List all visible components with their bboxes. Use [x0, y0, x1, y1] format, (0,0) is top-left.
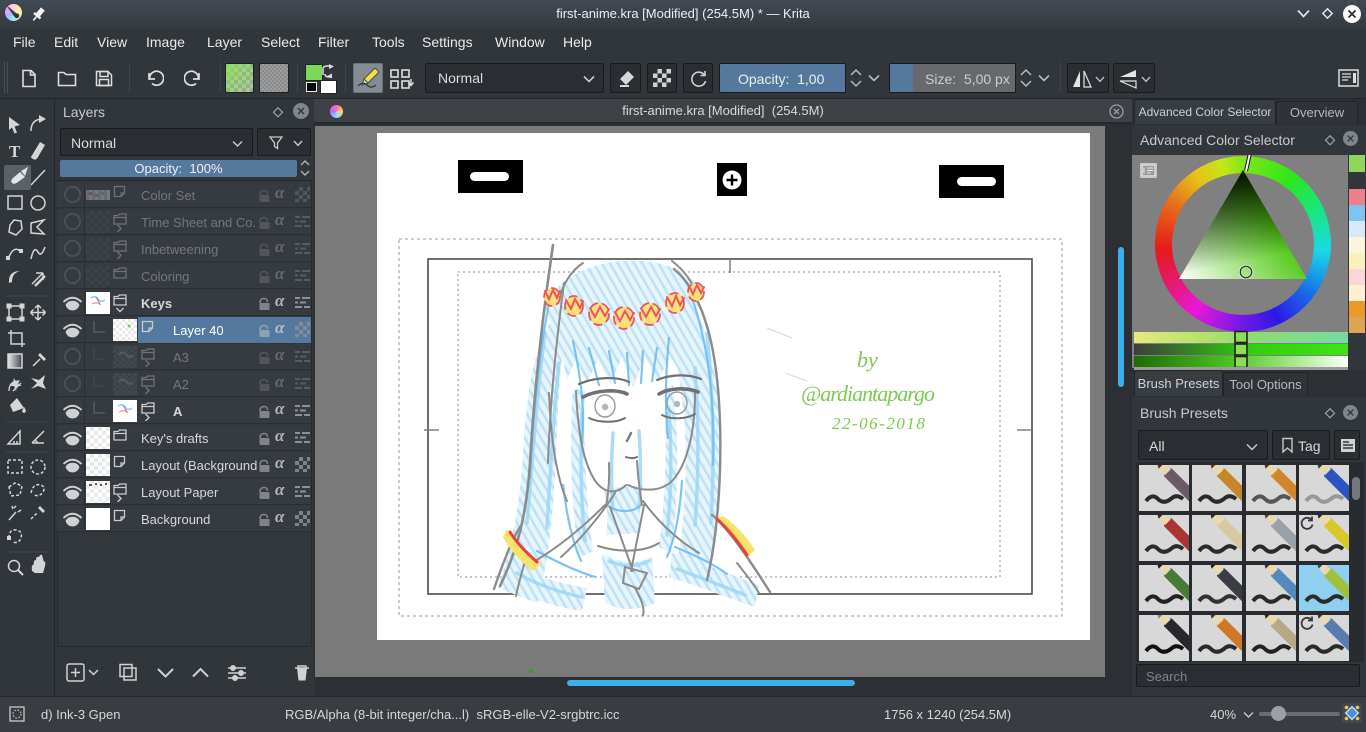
svg-text:T: T: [9, 142, 21, 161]
svg-text:by: by: [857, 347, 878, 372]
svg-text:22-06-2018: 22-06-2018: [832, 414, 926, 433]
svg-text:@ardiantapargo: @ardiantapargo: [801, 381, 935, 406]
